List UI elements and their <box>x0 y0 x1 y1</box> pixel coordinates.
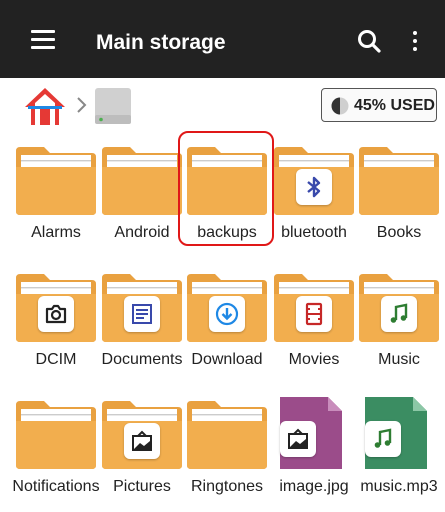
item-label: music.mp3 <box>360 478 438 495</box>
usage-label: 45% USED <box>354 97 435 114</box>
item-label: Alarms <box>31 224 81 241</box>
music-note-icon <box>365 421 401 457</box>
item-label: Notifications <box>12 478 100 495</box>
home-icon[interactable] <box>23 85 67 127</box>
bluetooth-icon <box>296 169 332 205</box>
item-label: Books <box>376 224 422 241</box>
search-icon[interactable] <box>356 28 384 56</box>
app-bar: Main storage <box>0 0 445 78</box>
image-icon <box>124 423 160 459</box>
item-label: Music <box>378 351 420 368</box>
pie-usage-icon <box>331 97 349 115</box>
download-icon <box>209 296 245 332</box>
storage-usage-button[interactable]: 45% USED <box>321 88 437 122</box>
item-label: Movies <box>288 351 340 368</box>
folder-icon <box>187 401 267 469</box>
item-label: bluetooth <box>281 224 347 241</box>
item-label: Ringtones <box>190 478 264 495</box>
item-label: Android <box>114 224 170 241</box>
item-label: image.jpg <box>279 478 349 495</box>
music-note-icon <box>381 296 417 332</box>
film-icon <box>296 296 332 332</box>
menu-icon[interactable] <box>31 30 55 50</box>
camera-icon <box>38 296 74 332</box>
folder-icon <box>187 147 267 215</box>
image-icon <box>280 421 316 457</box>
item-label: backups <box>197 224 257 241</box>
item-label: Documents <box>101 351 183 368</box>
item-label: Pictures <box>113 478 171 495</box>
folder-icon <box>102 147 182 215</box>
document-icon <box>124 296 160 332</box>
item-label: Download <box>191 351 263 368</box>
folder-icon <box>16 401 96 469</box>
folder-icon <box>16 147 96 215</box>
drive-icon[interactable] <box>93 87 133 125</box>
chevron-right-icon <box>74 95 90 115</box>
folder-icon <box>359 147 439 215</box>
page-title: Main storage <box>96 31 226 54</box>
more-vertical-icon[interactable] <box>407 28 423 56</box>
item-label: DCIM <box>35 351 77 368</box>
